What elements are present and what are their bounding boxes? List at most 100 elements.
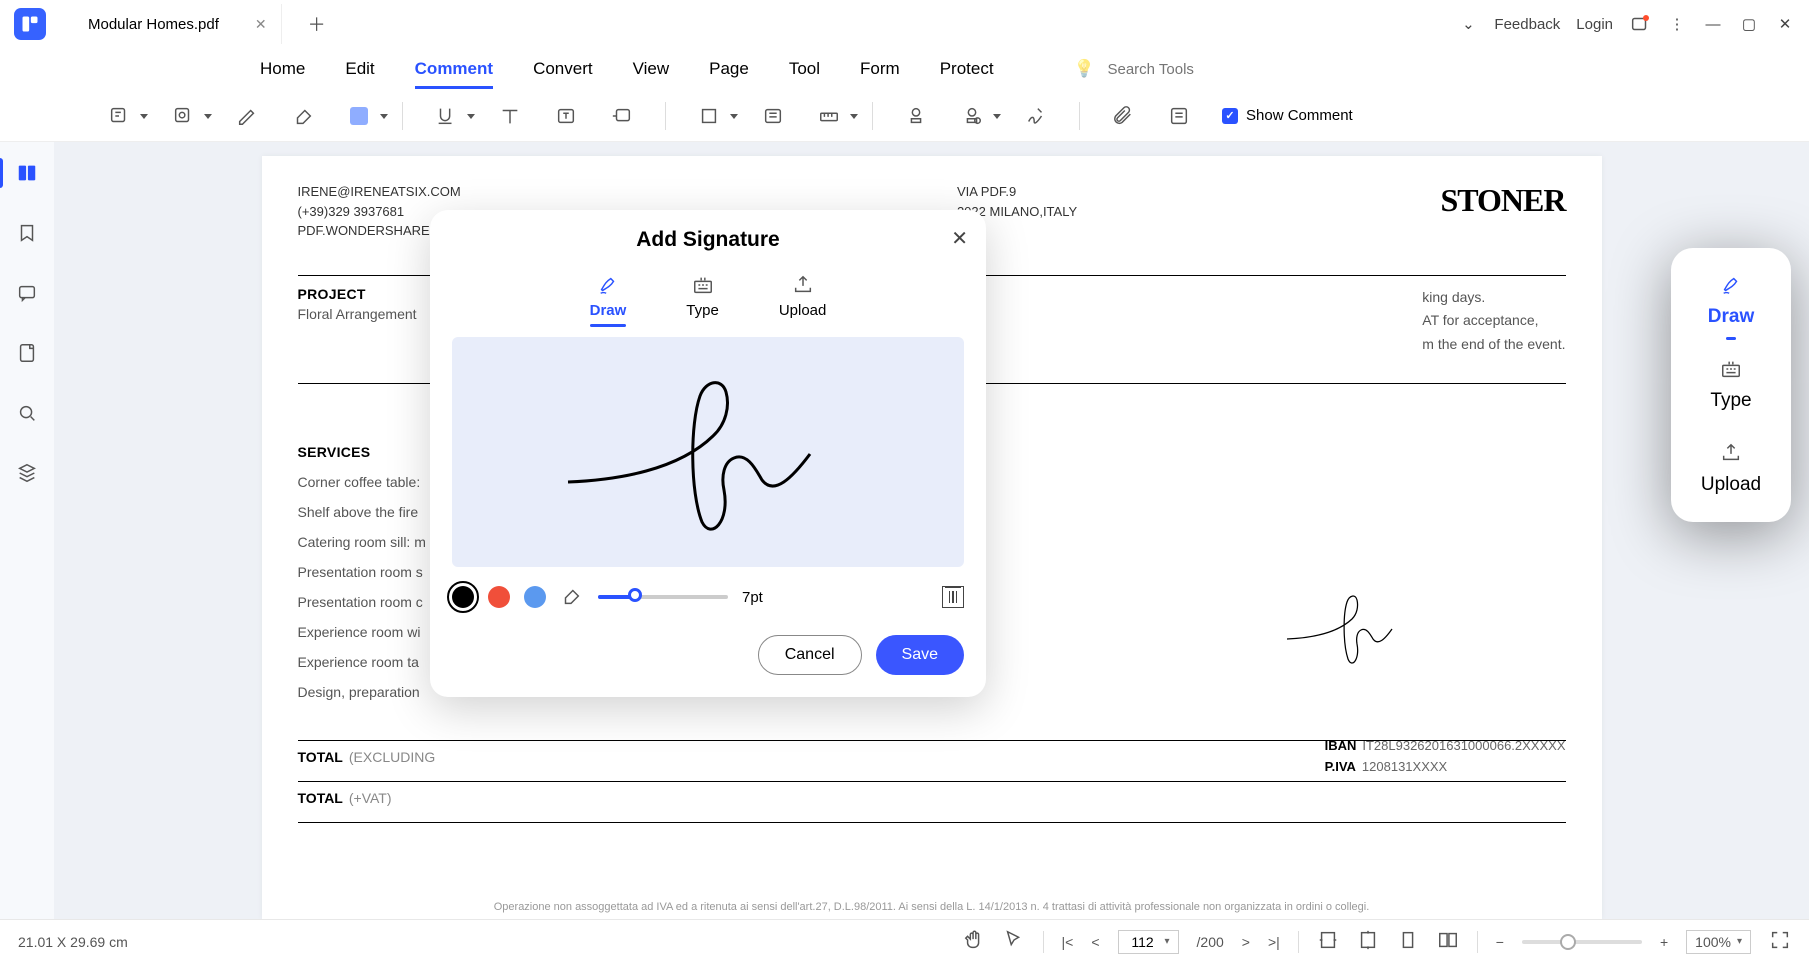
divider xyxy=(872,102,873,130)
add-signature-modal: ✕ Add Signature Draw Type Upload 7pt xyxy=(430,210,986,697)
modal-title: Add Signature xyxy=(452,228,964,252)
hand-tool-icon[interactable] xyxy=(963,929,985,954)
fit-width-icon[interactable] xyxy=(1317,929,1339,954)
fineprint: Operazione non assoggettata ad IVA ed a … xyxy=(298,901,1566,913)
search-tools: 💡 xyxy=(1074,59,1248,79)
note-tool[interactable] xyxy=(106,103,132,129)
trash-icon[interactable] xyxy=(942,586,964,608)
cancel-button[interactable]: Cancel xyxy=(758,635,862,675)
doc-brand: STONER xyxy=(1440,182,1565,241)
menu-convert[interactable]: Convert xyxy=(533,59,593,79)
menu-page[interactable]: Page xyxy=(709,59,749,79)
bank-block: IBANIT28L9326201631000066.2XXXXX P.IVA12… xyxy=(1325,738,1566,774)
feedback-link[interactable]: Feedback xyxy=(1494,16,1560,33)
menu-tool[interactable]: Tool xyxy=(789,59,820,79)
two-page-icon[interactable] xyxy=(1437,929,1459,954)
underline-tool[interactable] xyxy=(433,103,459,129)
page-input[interactable]: ▾ xyxy=(1118,930,1179,954)
menu-form[interactable]: Form xyxy=(860,59,900,79)
document-tab[interactable]: Modular Homes.pdf ✕ xyxy=(68,4,282,44)
menu-view[interactable]: View xyxy=(633,59,670,79)
eraser-icon[interactable] xyxy=(560,585,584,609)
close-window-icon[interactable]: ✕ xyxy=(1775,15,1795,33)
page-total: /200 xyxy=(1197,934,1224,950)
zoom-out-icon[interactable]: − xyxy=(1496,934,1504,950)
signature-floating-panel: Draw Type Upload xyxy=(1671,248,1791,522)
area-highlight-tool[interactable] xyxy=(760,103,786,129)
color-black[interactable] xyxy=(452,586,474,608)
tab-type[interactable]: Type xyxy=(686,274,719,319)
fit-page-icon[interactable] xyxy=(1357,929,1379,954)
shapes-tool[interactable] xyxy=(696,103,722,129)
prev-page-icon[interactable]: < xyxy=(1091,934,1099,950)
status-bar: 21.01 X 29.69 cm |< < ▾ /200 > >| − + 10… xyxy=(0,919,1809,963)
text-tool[interactable] xyxy=(497,103,523,129)
page-dimensions: 21.01 X 29.69 cm xyxy=(18,934,128,950)
select-tool-icon[interactable] xyxy=(1003,929,1025,954)
login-link[interactable]: Login xyxy=(1576,16,1613,33)
eraser-tool[interactable] xyxy=(290,103,316,129)
float-type[interactable]: Type xyxy=(1710,358,1751,412)
close-modal-icon[interactable]: ✕ xyxy=(951,226,968,251)
textbox-tool[interactable] xyxy=(553,103,579,129)
signature-tool[interactable] xyxy=(1023,103,1049,129)
stamp-tool[interactable] xyxy=(903,103,929,129)
highlight-tool[interactable] xyxy=(170,103,196,129)
search-icon[interactable] xyxy=(14,400,40,426)
signature-controls: 7pt xyxy=(452,585,964,609)
add-tab-button[interactable]: ＋ xyxy=(308,11,326,37)
pencil-tool[interactable] xyxy=(234,103,260,129)
layers-icon[interactable] xyxy=(14,460,40,486)
tab-draw[interactable]: Draw xyxy=(590,274,627,319)
divider xyxy=(402,102,403,130)
menu-protect[interactable]: Protect xyxy=(940,59,994,79)
menu-home[interactable]: Home xyxy=(260,59,305,79)
single-page-icon[interactable] xyxy=(1397,929,1419,954)
zoom-input[interactable]: 100%▾ xyxy=(1686,930,1751,954)
close-tab-icon[interactable]: ✕ xyxy=(255,16,267,33)
divider xyxy=(665,102,666,130)
show-comment-label: Show Comment xyxy=(1246,107,1353,124)
callout-tool[interactable] xyxy=(609,103,635,129)
tab-upload[interactable]: Upload xyxy=(779,274,827,319)
zoom-in-icon[interactable]: + xyxy=(1660,934,1668,950)
menu-edit[interactable]: Edit xyxy=(345,59,374,79)
measure-tool[interactable] xyxy=(816,103,842,129)
signature-draw-area[interactable] xyxy=(452,337,964,567)
fullscreen-icon[interactable] xyxy=(1769,929,1791,954)
stamp-add-tool[interactable] xyxy=(959,103,985,129)
color-blue[interactable] xyxy=(524,586,546,608)
thumbnails-icon[interactable] xyxy=(14,160,40,186)
checkbox-icon: ✓ xyxy=(1222,108,1238,124)
tab-title: Modular Homes.pdf xyxy=(88,16,219,33)
zoom-slider[interactable] xyxy=(1522,940,1642,944)
signature-on-page xyxy=(1282,584,1422,679)
menu-comment[interactable]: Comment xyxy=(415,59,493,79)
titlebar: Modular Homes.pdf ✕ ＋ ⌄ Feedback Login ⋮… xyxy=(0,0,1809,48)
attachments-icon[interactable] xyxy=(14,340,40,366)
next-page-icon[interactable]: > xyxy=(1242,934,1250,950)
float-upload[interactable]: Upload xyxy=(1701,442,1761,496)
color-red[interactable] xyxy=(488,586,510,608)
maximize-icon[interactable]: ▢ xyxy=(1739,15,1759,33)
menubar: Home Edit Comment Convert View Page Tool… xyxy=(0,48,1809,90)
last-page-icon[interactable]: >| xyxy=(1268,934,1280,950)
stroke-width-slider[interactable] xyxy=(598,595,728,599)
search-tools-input[interactable] xyxy=(1107,61,1247,78)
first-page-icon[interactable]: |< xyxy=(1062,934,1074,950)
more-icon[interactable]: ⋮ xyxy=(1667,15,1687,33)
comments-icon[interactable] xyxy=(14,280,40,306)
divider xyxy=(1079,102,1080,130)
attachment-tool[interactable] xyxy=(1110,103,1136,129)
save-button[interactable]: Save xyxy=(876,635,964,675)
note-list-tool[interactable] xyxy=(1166,103,1192,129)
comment-toolbar: ✓ Show Comment xyxy=(0,90,1809,142)
lightbulb-icon: 💡 xyxy=(1074,59,1095,78)
show-comment-toggle[interactable]: ✓ Show Comment xyxy=(1222,107,1353,124)
color-fill-tool[interactable] xyxy=(346,103,372,129)
chevron-down-icon[interactable]: ⌄ xyxy=(1458,15,1478,33)
bookmark-icon[interactable] xyxy=(14,220,40,246)
minimize-icon[interactable]: — xyxy=(1703,16,1723,33)
notification-icon[interactable] xyxy=(1629,13,1651,35)
float-draw[interactable]: Draw xyxy=(1708,274,1754,328)
